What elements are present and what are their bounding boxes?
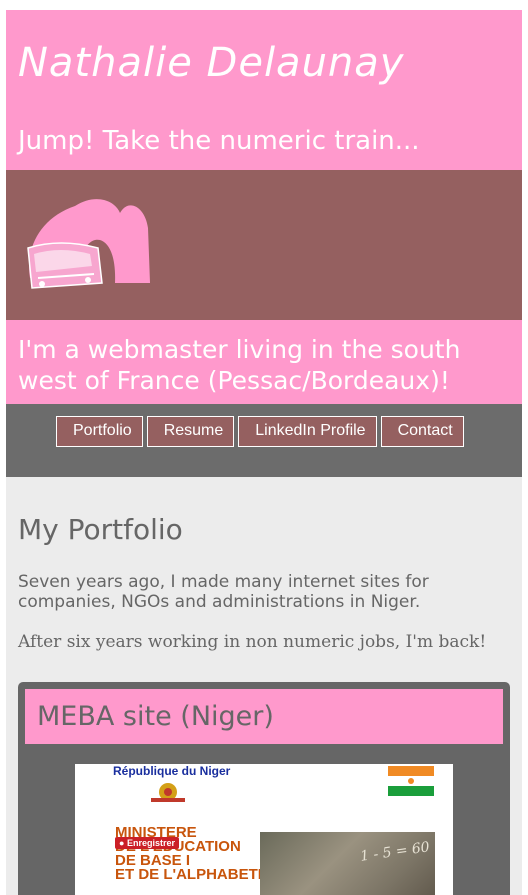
page-frame: Nathalie Delaunay Jump! Take the numeric… xyxy=(6,10,522,895)
pinterest-save-button[interactable]: ● Enregistrer xyxy=(115,837,179,849)
main-content: My Portfolio Seven years ago, I made man… xyxy=(6,477,522,652)
board-text: 1 - 5 = 60 xyxy=(359,839,431,865)
project-screenshot[interactable]: République du Niger MINISTERE DE L'EDUCA… xyxy=(75,764,453,895)
nav-portfolio[interactable]: Portfolio xyxy=(56,416,143,447)
comeback-paragraph: After six years working in non numeric j… xyxy=(18,632,487,652)
banner xyxy=(6,170,522,320)
page-title: My Portfolio xyxy=(18,513,183,546)
niger-flag-icon xyxy=(388,766,434,796)
pin-label: Enregistrer xyxy=(126,838,175,848)
screenshot-country: République du Niger xyxy=(113,764,231,778)
pinterest-icon: ● xyxy=(119,838,125,848)
screenshot-photo: 1 - 5 = 60 xyxy=(260,832,435,895)
coat-of-arms-icon xyxy=(151,783,185,802)
train-tunnel-icon xyxy=(27,199,150,289)
nav-linkedin-profile[interactable]: LinkedIn Profile xyxy=(238,416,377,447)
intro-paragraph: Seven years ago, I made many internet si… xyxy=(18,572,429,612)
nav-contact[interactable]: Contact xyxy=(380,416,464,447)
nav-list: Portfolio Resume LinkedIn Profile Contac… xyxy=(56,416,464,447)
main-nav: Portfolio Resume LinkedIn Profile Contac… xyxy=(6,404,522,477)
card-title[interactable]: MEBA site (Niger) xyxy=(37,701,274,732)
intro-section: I'm a webmaster living in the south west… xyxy=(6,320,522,404)
nav-resume[interactable]: Resume xyxy=(146,416,235,447)
site-name[interactable]: Nathalie Delaunay xyxy=(18,40,404,86)
card-header: MEBA site (Niger) xyxy=(25,689,503,744)
portfolio-card: MEBA site (Niger) République du Niger MI… xyxy=(18,682,510,895)
site-tagline: Jump! Take the numeric train... xyxy=(18,126,420,156)
site-header: Nathalie Delaunay Jump! Take the numeric… xyxy=(6,10,522,170)
intro-text: I'm a webmaster living in the south west… xyxy=(18,335,461,395)
